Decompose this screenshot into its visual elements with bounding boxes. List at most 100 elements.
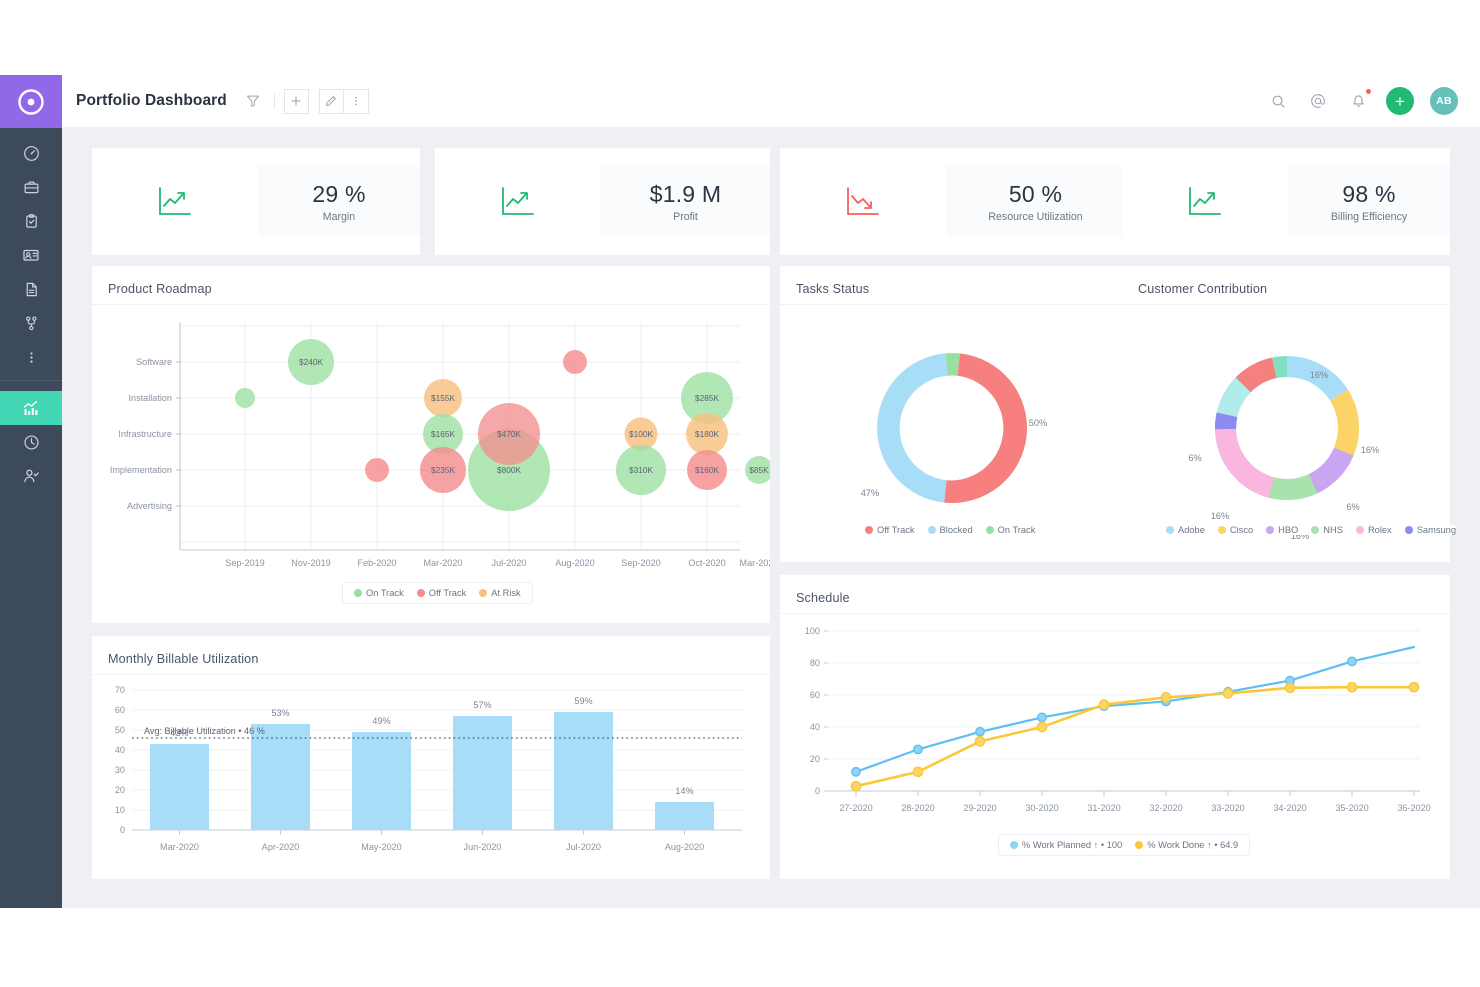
legend-dot-blocked xyxy=(927,526,936,534)
sidebar-item-analytics[interactable] xyxy=(0,391,62,425)
schedule-line-done[interactable] xyxy=(854,685,1416,788)
tasks-status-legend: Off Track Blocked On Track xyxy=(865,525,1036,535)
bar-value-jun-2020: 57% xyxy=(473,700,491,710)
kpi-card-profit[interactable]: $1.9 M Profit xyxy=(435,148,770,255)
kpi-card-margin[interactable]: 29 % Margin xyxy=(92,148,420,255)
kpi-label-resource-utilization: Resource Utilization xyxy=(988,210,1083,223)
card-title-tasks-status: Tasks Status xyxy=(796,282,870,296)
bubble-installation-sep2019[interactable] xyxy=(235,388,255,408)
bar-value-may-2020: 49% xyxy=(372,716,390,726)
customer-label-lower-left: 16% xyxy=(1211,511,1229,521)
legend-item-work-done[interactable]: % Work Done ↑ • 64.9 xyxy=(1135,840,1238,850)
legend-item-tasks-off-track[interactable]: Off Track xyxy=(865,525,915,535)
roadmap-ytick-installation: Installation xyxy=(129,393,172,403)
customer-donut xyxy=(1214,355,1359,501)
analytics-chart-icon xyxy=(23,400,37,415)
notifications-button[interactable] xyxy=(1346,88,1372,113)
bar-apr-2020[interactable] xyxy=(251,724,310,830)
legend-label-work-done: % Work Done ↑ • 64.9 xyxy=(1147,840,1239,850)
legend-dot-rolex xyxy=(1355,526,1364,534)
sidebar-item-documents[interactable] xyxy=(0,272,62,306)
sidebar-item-resources[interactable] xyxy=(0,238,62,272)
mentions-button[interactable] xyxy=(1306,89,1330,113)
bar-value-jul-2020: 59% xyxy=(574,696,592,706)
legend-item-nhs[interactable]: NHS xyxy=(1311,525,1343,535)
sidebar-nav xyxy=(0,128,62,493)
customer-label-top: 16% xyxy=(1310,370,1328,380)
kpi-value-margin: 29 % xyxy=(312,180,366,207)
legend-item-samsung[interactable]: Samsung xyxy=(1404,525,1456,535)
roadmap-ytick-software: Software xyxy=(136,357,172,367)
edit-group xyxy=(318,88,369,114)
edit-button[interactable] xyxy=(318,88,344,114)
create-button[interactable]: + xyxy=(1386,87,1414,115)
header-toolbar xyxy=(241,88,369,114)
bar-mar-2020[interactable] xyxy=(150,744,209,830)
tasks-slice-on-track[interactable] xyxy=(945,353,960,376)
sched-xtick-5: 32-2020 xyxy=(1149,803,1182,813)
sched-xtick-8: 35-2020 xyxy=(1335,803,1368,813)
bar-may-2020[interactable] xyxy=(352,732,411,830)
legend-dot-cisco xyxy=(1217,526,1226,534)
monthly-billable-utilization-chart[interactable]: 70 60 50 40 30 20 10 0 43% 53% 49% 57% 5… xyxy=(92,678,770,878)
legend-dot-work-done xyxy=(1135,841,1144,849)
sidebar-item-users[interactable] xyxy=(0,459,62,493)
roadmap-ytick-advertising: Advertising xyxy=(127,501,172,511)
sidebar-item-more[interactable] xyxy=(0,340,62,374)
legend-item-off-track[interactable]: Off Track xyxy=(416,588,467,598)
legend-item-on-track[interactable]: On Track xyxy=(354,588,404,598)
util-xtick-5: Aug-2020 xyxy=(665,842,704,852)
legend-item-tasks-on-track[interactable]: On Track xyxy=(985,525,1035,535)
roadmap-xtick-4: Jul-2020 xyxy=(492,558,527,568)
search-button[interactable] xyxy=(1266,89,1290,113)
bubble-implementation-feb2020[interactable] xyxy=(365,458,389,482)
customer-label-lower-right: 6% xyxy=(1346,502,1359,512)
schedule-line-planned[interactable] xyxy=(854,645,1416,773)
more-options-button[interactable] xyxy=(343,88,369,114)
bar-jun-2020[interactable] xyxy=(453,716,512,830)
legend-label-rolex: Rolex xyxy=(1367,525,1392,535)
brand-logo-icon xyxy=(18,88,44,115)
add-widget-button[interactable] xyxy=(283,88,309,114)
brand-logo[interactable] xyxy=(0,75,62,128)
trend-down-icon xyxy=(847,186,879,215)
legend-item-at-risk[interactable]: At Risk xyxy=(479,588,521,598)
filter-icon[interactable] xyxy=(241,89,265,113)
legend-item-work-planned[interactable]: % Work Planned ↑ • 100 xyxy=(1010,840,1122,850)
roadmap-xtick-0: Sep-2019 xyxy=(225,558,264,568)
sidebar-item-projects[interactable] xyxy=(0,170,62,204)
kpi-value-box-resource-utilization: 50 % Resource Utilization xyxy=(946,166,1125,237)
tasks-label-50: 50% xyxy=(1029,418,1047,428)
customer-contribution-chart[interactable]: 16% 16% 6% 16% 16% 6% xyxy=(1122,308,1450,558)
sidebar-item-workflow[interactable] xyxy=(0,306,62,340)
sidebar-item-tasks[interactable] xyxy=(0,204,62,238)
legend-item-cisco[interactable]: Cisco xyxy=(1217,525,1253,535)
product-roadmap-chart[interactable]: Software Installation Infrastructure Imp… xyxy=(92,314,770,614)
bubble-label-800k: $800K xyxy=(497,465,521,475)
legend-label-off-track: Off Track xyxy=(428,588,467,598)
sidebar-item-dashboard[interactable] xyxy=(0,136,62,170)
legend-dot-adobe xyxy=(1166,526,1174,534)
legend-item-rolex[interactable]: Rolex xyxy=(1355,525,1392,535)
legend-item-adobe[interactable]: Adobe xyxy=(1166,525,1205,535)
kpi-value-billing-efficiency: 98 % xyxy=(1342,180,1396,207)
bar-aug-2020[interactable] xyxy=(655,802,714,830)
kpi-value-profit: $1.9 M xyxy=(649,180,722,207)
sidebar-item-timesheet[interactable] xyxy=(0,425,62,459)
legend-item-hbo[interactable]: HBO xyxy=(1266,525,1298,535)
tasks-status-chart[interactable]: 50% 47% xyxy=(780,308,1125,558)
roadmap-ytick-implementation: Implementation xyxy=(110,465,172,475)
avatar[interactable]: AB xyxy=(1430,87,1458,115)
tasks-slice-blocked[interactable] xyxy=(877,353,948,503)
bar-jul-2020[interactable] xyxy=(554,712,613,830)
kpi-card-resource-utilization[interactable]: 50 % Resource Utilization xyxy=(780,148,1125,255)
dashboard-gauge-icon xyxy=(23,145,39,161)
kpi-icon-resource-utilization xyxy=(780,186,946,218)
legend-label-on-track: On Track xyxy=(366,588,404,598)
legend-item-tasks-blocked[interactable]: Blocked xyxy=(927,525,973,535)
kpi-card-billing-efficiency[interactable]: 98 % Billing Efficiency xyxy=(1122,148,1450,255)
tasks-slice-off-track[interactable] xyxy=(944,353,1028,504)
plus-icon xyxy=(291,96,301,106)
bubble-software-aug2020[interactable] xyxy=(563,350,587,374)
